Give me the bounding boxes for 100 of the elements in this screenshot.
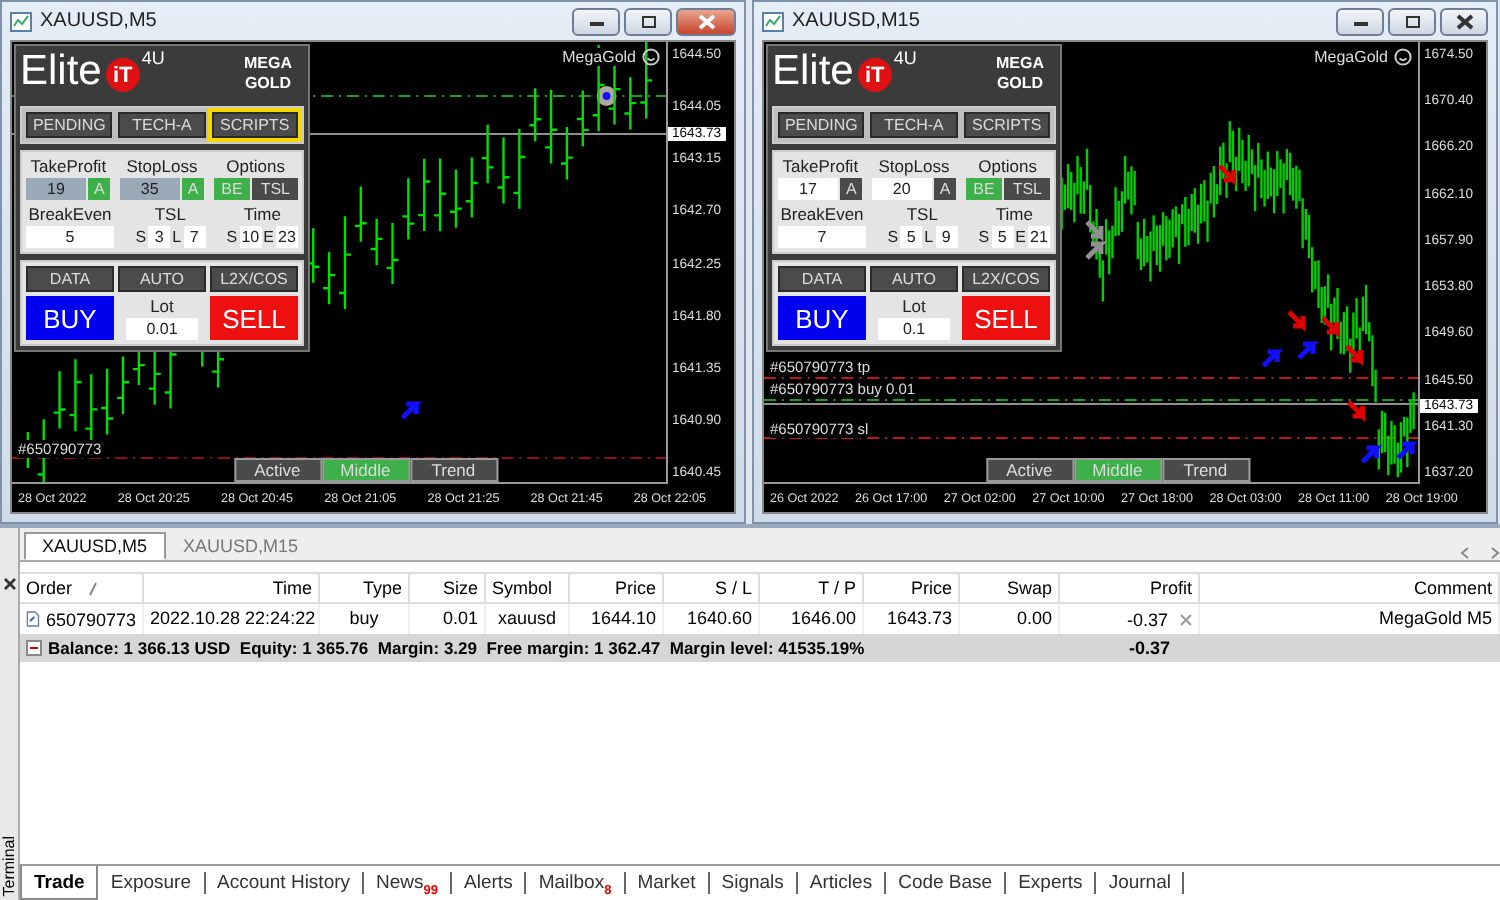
terminal-tab[interactable]: Alerts bbox=[452, 872, 527, 894]
menu-button[interactable]: SCRIPTS bbox=[963, 112, 1050, 138]
terminal-tab[interactable]: Experts bbox=[1006, 872, 1097, 894]
tool-button[interactable]: DATA bbox=[26, 266, 114, 292]
trend-tab[interactable]: Active bbox=[233, 458, 322, 482]
column-header[interactable]: Size bbox=[410, 572, 486, 604]
tool-button[interactable]: AUTO bbox=[870, 266, 958, 292]
logo-suffix: 4U bbox=[893, 48, 917, 68]
smiley-icon bbox=[1394, 48, 1412, 66]
value-field[interactable]: 9 bbox=[935, 226, 958, 248]
sell-button[interactable]: SELL bbox=[962, 296, 1050, 340]
table-cell: 650790773 bbox=[45, 609, 136, 629]
column-header[interactable]: Order bbox=[20, 572, 144, 604]
terminal-tab[interactable]: Signals bbox=[709, 872, 798, 894]
field-label: StopLoss bbox=[878, 156, 950, 176]
brand-text: MEGA GOLD bbox=[244, 54, 292, 94]
buy-button[interactable]: BUY bbox=[26, 296, 114, 340]
auto-toggle[interactable]: A bbox=[933, 178, 957, 200]
indicator-label: MegaGold bbox=[1312, 48, 1390, 66]
menu-button[interactable]: PENDING bbox=[26, 112, 113, 138]
value-field[interactable]: 21 bbox=[1027, 226, 1050, 248]
chart-tab[interactable]: XAUUSD,M5 bbox=[24, 532, 166, 560]
minimize-button[interactable] bbox=[1336, 7, 1384, 35]
value-field[interactable]: 10 bbox=[239, 226, 262, 248]
collapse-icon[interactable] bbox=[26, 640, 42, 656]
tool-button[interactable]: DATA bbox=[778, 266, 866, 292]
menu-button[interactable]: PENDING bbox=[778, 112, 865, 138]
terminal-tab[interactable]: News$_{99}$ bbox=[364, 872, 453, 894]
sell-button[interactable]: SELL bbox=[210, 296, 298, 340]
trend-tab[interactable]: Trend bbox=[1161, 458, 1250, 482]
panel-title: Terminal bbox=[0, 835, 18, 896]
terminal-tab[interactable]: Journal bbox=[1096, 872, 1185, 894]
indicator-label: MegaGold bbox=[560, 48, 638, 66]
column-header[interactable]: Symbol bbox=[486, 572, 570, 604]
menu-button[interactable]: TECH-A bbox=[118, 112, 206, 138]
column-header[interactable]: Price bbox=[864, 572, 960, 604]
field-label: TSL bbox=[154, 204, 186, 224]
value-field[interactable]: 19 bbox=[26, 178, 86, 200]
trend-tab[interactable]: Trend bbox=[409, 458, 498, 482]
logo-badge: iT bbox=[105, 58, 140, 92]
lot-field[interactable]: 0.01 bbox=[126, 318, 198, 340]
value-field[interactable]: 7 bbox=[778, 226, 866, 248]
restore-button[interactable] bbox=[1388, 7, 1436, 35]
value-field[interactable]: 5 bbox=[900, 226, 923, 248]
field-label: StopLoss bbox=[126, 156, 198, 176]
field-label: S bbox=[226, 228, 238, 246]
column-header[interactable]: Price bbox=[570, 572, 664, 604]
smiley-icon bbox=[642, 48, 660, 66]
scroll-arrows-icon[interactable] bbox=[1460, 546, 1500, 560]
terminal-tab[interactable]: Market bbox=[625, 872, 710, 894]
field-label: Time bbox=[243, 204, 281, 224]
column-header[interactable]: T / P bbox=[760, 572, 864, 604]
terminal-tab[interactable]: Mailbox$_{8}$ bbox=[526, 872, 626, 894]
column-header[interactable]: Profit bbox=[1060, 572, 1200, 604]
value-field[interactable]: 35 bbox=[119, 178, 180, 200]
value-field[interactable]: 17 bbox=[778, 178, 838, 200]
value-field[interactable]: 3 bbox=[148, 226, 171, 248]
trend-tab[interactable]: Active bbox=[985, 458, 1074, 482]
close-icon[interactable] bbox=[3, 578, 15, 590]
column-header[interactable]: Type bbox=[320, 572, 410, 604]
value-field[interactable]: 7 bbox=[183, 226, 206, 248]
option-toggle[interactable]: TSL bbox=[252, 178, 298, 200]
chart-tab[interactable]: XAUUSD,M15 bbox=[165, 532, 317, 560]
document-icon bbox=[26, 608, 40, 630]
menu-button[interactable]: SCRIPTS bbox=[211, 112, 298, 138]
tool-button[interactable]: L2X/COS bbox=[962, 266, 1050, 292]
menu-button[interactable]: TECH-A bbox=[870, 112, 958, 138]
field-label: Time bbox=[995, 204, 1033, 224]
terminal-tab[interactable]: Articles bbox=[797, 872, 887, 894]
option-toggle[interactable]: TSL bbox=[1004, 178, 1050, 200]
terminal-tab[interactable]: Code Base bbox=[886, 872, 1007, 894]
value-field[interactable]: 23 bbox=[275, 226, 298, 248]
terminal-tab[interactable]: Exposure bbox=[98, 872, 205, 894]
column-header[interactable]: S / L bbox=[664, 572, 760, 604]
field-label: S bbox=[135, 228, 147, 246]
restore-icon bbox=[1403, 14, 1421, 28]
value-field[interactable]: 5 bbox=[991, 226, 1014, 248]
terminal-tab[interactable]: Account History bbox=[205, 872, 365, 894]
field-label: Lot bbox=[902, 296, 926, 316]
window-title: XAUUSD,M5 bbox=[40, 10, 157, 32]
field-label: L bbox=[924, 228, 934, 246]
column-header[interactable]: Swap bbox=[960, 572, 1060, 604]
tool-button[interactable]: L2X/COS bbox=[210, 266, 298, 292]
column-header[interactable]: Time bbox=[144, 572, 320, 604]
column-header[interactable]: Comment bbox=[1200, 572, 1500, 604]
field-label: S bbox=[887, 228, 899, 246]
value-field[interactable]: 20 bbox=[871, 178, 932, 200]
tool-button[interactable]: AUTO bbox=[118, 266, 206, 292]
account-summary: Balance: 1 366.13 USD Equity: 1 365.76 Margin: 3.29 Free margin: 1 362.47 Margin level: 41535.19% bbox=[48, 638, 865, 658]
logo-suffix: 4U bbox=[141, 48, 165, 68]
field-label: S bbox=[978, 228, 990, 246]
buy-button[interactable]: BUY bbox=[778, 296, 866, 340]
value-field[interactable]: 5 bbox=[26, 226, 114, 248]
terminal-tab[interactable]: Trade bbox=[20, 866, 99, 900]
auto-toggle[interactable]: A bbox=[840, 178, 863, 200]
sort-icon bbox=[88, 581, 99, 595]
minimize-button[interactable] bbox=[572, 7, 620, 35]
lot-field[interactable]: 0.1 bbox=[878, 318, 950, 340]
restore-button[interactable] bbox=[624, 7, 672, 35]
close-button[interactable] bbox=[1440, 7, 1488, 35]
